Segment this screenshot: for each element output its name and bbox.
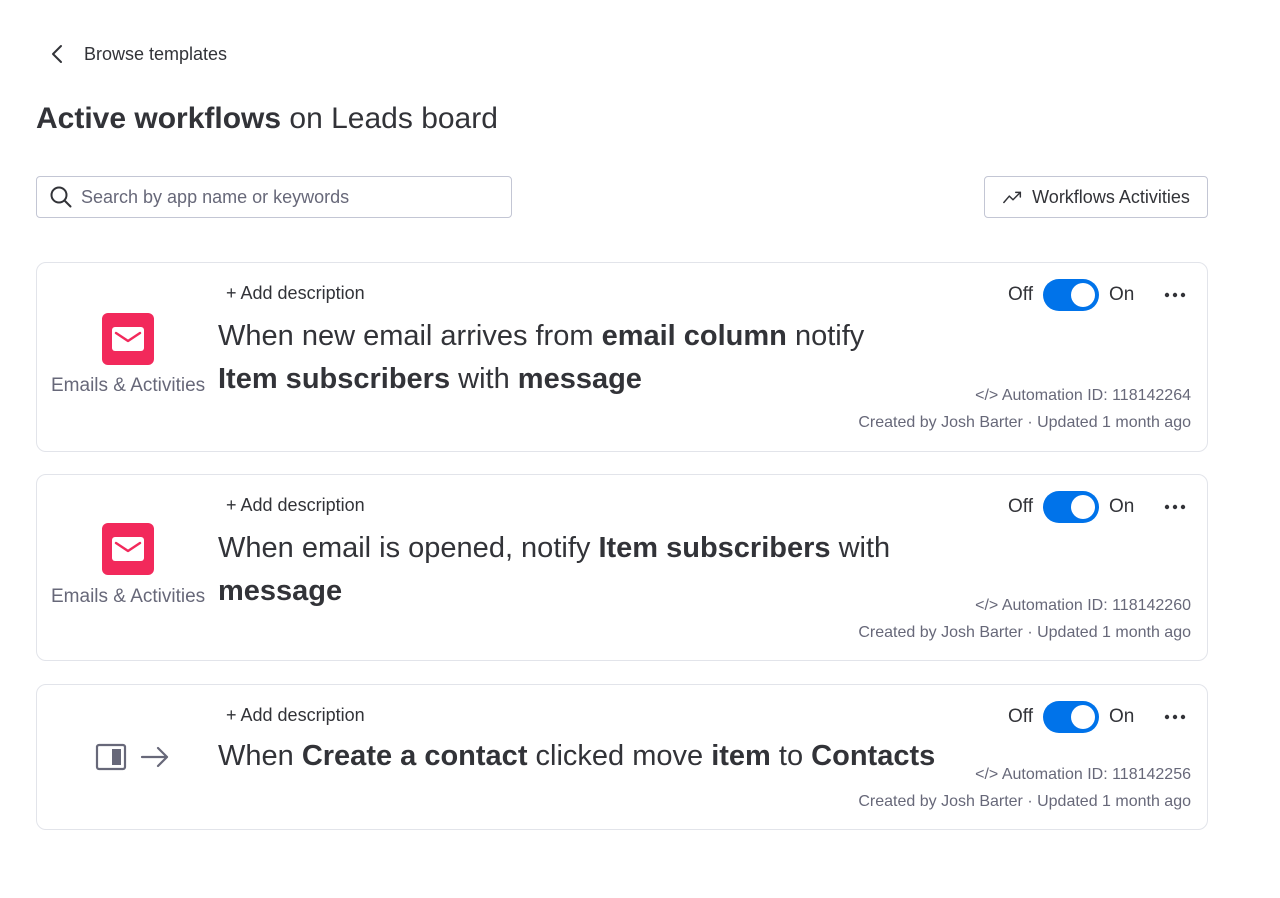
more-dots-icon	[1164, 714, 1186, 720]
board-move-icon	[95, 743, 171, 771]
chevron-left-icon	[52, 45, 62, 63]
workflow-recipe[interactable]: When email is opened, notify Item subscr…	[218, 527, 908, 613]
board-icon	[95, 743, 127, 771]
workflow-app: Emails & Activities	[37, 475, 217, 660]
toggle-on-label: On	[1109, 706, 1135, 727]
automation-id: </> Automation ID: 118142260	[975, 597, 1191, 614]
workflow-meta: Created by Josh Barter · Updated 1 month…	[858, 793, 1191, 810]
page-title-rest: on Leads board	[281, 102, 498, 135]
add-description-button[interactable]: + Add description	[226, 283, 365, 304]
browse-templates-label: Browse templates	[84, 43, 228, 64]
recipe-field[interactable]: email column	[602, 320, 787, 352]
mail-icon	[102, 523, 154, 575]
app-name: Emails & Activities	[51, 375, 206, 396]
toggle-on-label: On	[1109, 284, 1135, 305]
recipe-text: with	[450, 363, 518, 395]
add-description-button[interactable]: + Add description	[226, 495, 365, 516]
workflow-app: Emails & Activities	[37, 263, 217, 451]
workflow-recipe[interactable]: When new email arrives from email column…	[218, 315, 898, 401]
search-icon	[50, 186, 72, 208]
more-options-button[interactable]	[1163, 495, 1187, 519]
workflow-toggle-group: Off On	[1008, 701, 1134, 733]
recipe-field[interactable]: Contacts	[811, 740, 935, 772]
page-title-bold: Active workflows	[36, 102, 282, 135]
more-options-button[interactable]	[1163, 705, 1187, 729]
workflow-card: Emails & Activities + Add description Wh…	[36, 262, 1208, 452]
recipe-text: When	[218, 740, 302, 772]
recipe-field[interactable]: message	[518, 363, 642, 395]
workflow-card: + Add description When Create a contact …	[36, 684, 1208, 830]
workflows-activities-button[interactable]: Workflows Activities	[984, 176, 1208, 218]
recipe-text: When email is opened, notify	[218, 532, 599, 564]
toggle-off-label: Off	[1008, 284, 1033, 305]
workflow-app	[37, 685, 217, 829]
workflow-recipe[interactable]: When Create a contact clicked move item …	[218, 735, 958, 778]
recipe-field[interactable]: item	[711, 740, 771, 772]
more-dots-icon	[1164, 504, 1186, 510]
toggle-off-label: Off	[1008, 706, 1033, 727]
more-options-button[interactable]	[1163, 283, 1187, 307]
workflow-toggle[interactable]	[1043, 279, 1099, 311]
recipe-field[interactable]: Item subscribers	[598, 532, 830, 564]
workflow-toggle[interactable]	[1043, 701, 1099, 733]
workflows-activities-label: Workflows Activities	[1032, 186, 1190, 207]
toggle-on-label: On	[1109, 496, 1135, 517]
search-input[interactable]	[81, 186, 501, 208]
recipe-text: notify	[786, 320, 865, 352]
workflow-toggle-group: Off On	[1008, 491, 1134, 523]
arrow-right-icon	[140, 746, 169, 768]
workflow-toggle-group: Off On	[1008, 279, 1134, 311]
recipe-field[interactable]: message	[218, 575, 342, 607]
recipe-text: to	[770, 740, 812, 772]
automation-id: </> Automation ID: 118142264	[975, 387, 1191, 404]
recipe-field[interactable]: Item subscribers	[218, 363, 450, 395]
recipe-text: with	[830, 532, 891, 564]
workflow-meta: Created by Josh Barter · Updated 1 month…	[858, 414, 1191, 431]
workflow-meta: Created by Josh Barter · Updated 1 month…	[858, 624, 1191, 641]
mail-icon	[102, 313, 154, 365]
add-description-button[interactable]: + Add description	[226, 705, 365, 726]
page-title: Active workflows on Leads board	[36, 102, 498, 136]
app-name: Emails & Activities	[51, 586, 206, 607]
workflow-toggle[interactable]	[1043, 491, 1099, 523]
trend-icon	[1003, 191, 1022, 204]
toggle-off-label: Off	[1008, 496, 1033, 517]
automation-id: </> Automation ID: 118142256	[975, 766, 1191, 783]
search-box[interactable]	[36, 176, 512, 218]
recipe-text: When new email arrives from	[218, 320, 602, 352]
browse-templates-link[interactable]: Browse templates	[46, 42, 227, 66]
workflow-card: Emails & Activities + Add description Wh…	[36, 474, 1208, 661]
recipe-text: clicked move	[527, 740, 712, 772]
recipe-field[interactable]: Create a contact	[302, 740, 528, 772]
more-dots-icon	[1164, 292, 1186, 298]
